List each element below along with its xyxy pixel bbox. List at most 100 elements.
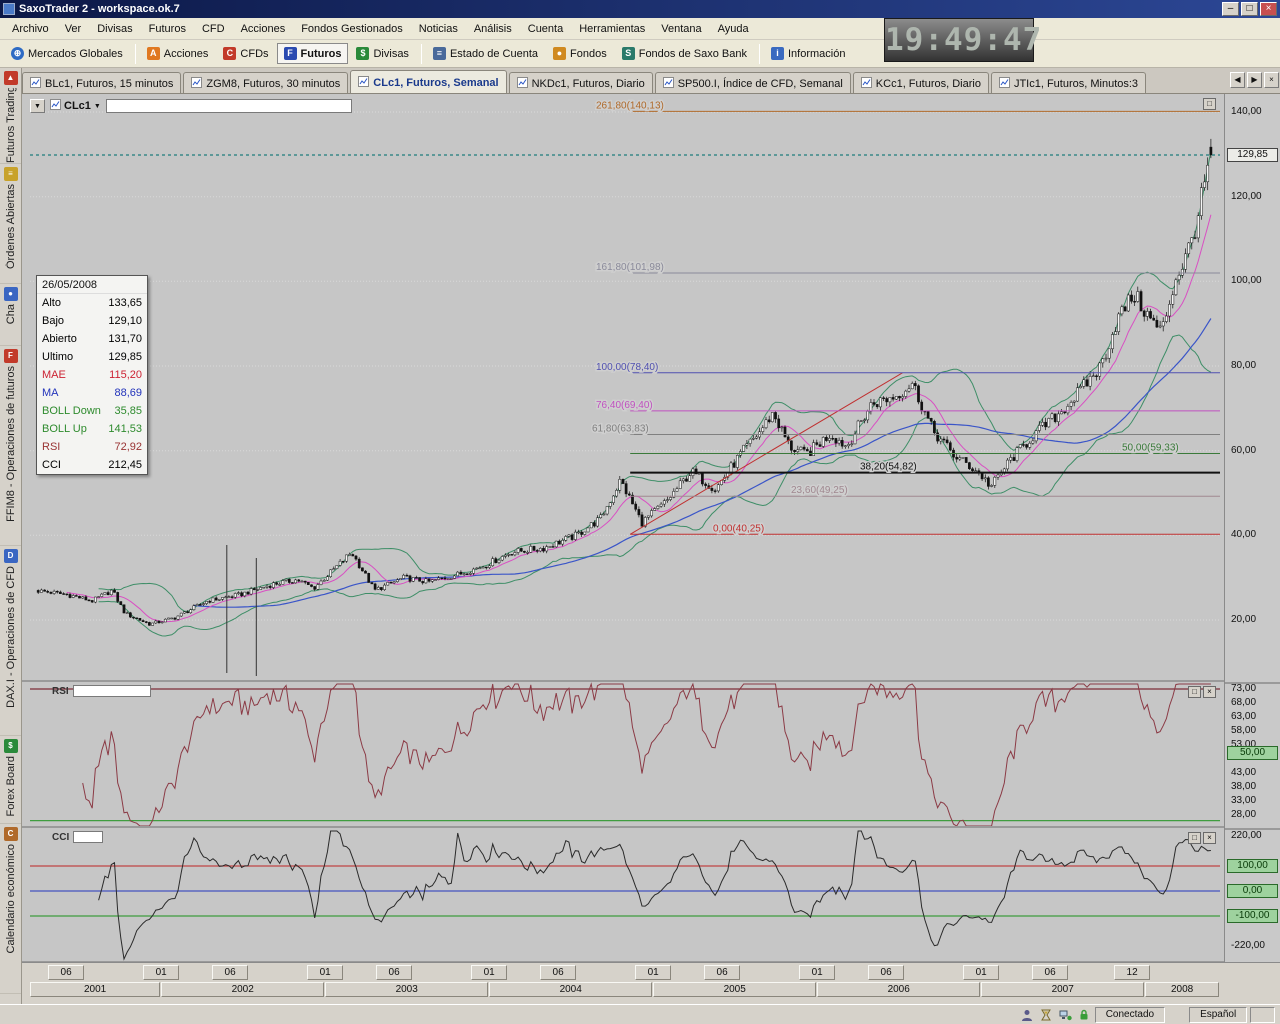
menu-item-herramientas[interactable]: Herramientas <box>571 20 653 38</box>
chart-menu-dropdown-icon[interactable]: ▼ <box>30 99 45 113</box>
rsi-panel-controls: □ × <box>1188 686 1216 698</box>
tab-scroll-right-icon[interactable]: ▶ <box>1247 72 1262 88</box>
toolbar-button-fondos-de-saxo-bank[interactable]: SFondos de Saxo Bank <box>615 43 754 64</box>
menu-item-ayuda[interactable]: Ayuda <box>710 20 757 38</box>
maximize-panel-icon[interactable]: □ <box>1203 98 1216 110</box>
price-chart: 261,80(140,13)161,80(101,98)100,00(78,40… <box>22 94 1224 680</box>
menu-item-cuenta[interactable]: Cuenta <box>520 20 571 38</box>
menu-item-ver[interactable]: Ver <box>57 20 90 38</box>
symbol-selector[interactable]: CLc1 ▼ <box>48 99 103 113</box>
chart-tab-icon <box>861 77 872 91</box>
chart-module-icon: ● <box>4 287 18 301</box>
menu-item-divisas[interactable]: Divisas <box>89 20 140 38</box>
price-axis-label: 120,00 <box>1231 191 1262 202</box>
sidebar-item-futuros-trading[interactable]: ▲Futuros Trading <box>0 68 21 164</box>
tooltip-label: BOLL Down <box>42 402 101 420</box>
network-icon <box>1057 1007 1073 1023</box>
tab-jtic1-futuros-minutos-3[interactable]: JTIc1, Futuros, Minutos:3 <box>991 72 1146 94</box>
tab-sp500-i-indice-de-cfd-semanal[interactable]: SP500.I, Índice de CFD, Semanal <box>655 72 851 94</box>
price-axis-label: 140,00 <box>1231 106 1262 117</box>
toolbar-button-label: Mercados Globales <box>28 48 123 60</box>
sidebar-item-ordenes-abiertas[interactable]: ≡Órdenes Abiertas <box>0 164 21 284</box>
tooltip-label: RSI <box>42 438 60 456</box>
close-button[interactable]: × <box>1260 2 1277 16</box>
time-axis[interactable]: 0601060106010601060106010612200120022003… <box>22 962 1280 1004</box>
tooltip-value: 72,92 <box>114 438 142 456</box>
toolbar-button-divisas[interactable]: $Divisas <box>349 43 415 64</box>
tab-label: JTIc1, Futuros, Minutos:3 <box>1014 78 1138 90</box>
sidebar-item-forex-board[interactable]: $Forex Board <box>0 736 21 824</box>
restore-button[interactable]: □ <box>1241 2 1258 16</box>
rsi-panel[interactable]: RSI □ × <box>22 682 1224 828</box>
futures-icon: F <box>284 47 297 60</box>
toolbar-button-informacion[interactable]: iInformación <box>764 43 852 64</box>
chart-tab-icon <box>358 76 369 90</box>
sidebar: ▲Futuros Trading≡Órdenes Abiertas●ChaFFF… <box>0 68 22 1004</box>
sidebar-item-dax-i-operaciones-de-cfd[interactable]: DDAX.I - Operaciones de CFD <box>0 546 21 736</box>
toolbar-button-acciones[interactable]: AAcciones <box>140 43 216 64</box>
menu-item-ventana[interactable]: Ventana <box>653 20 709 38</box>
rsi-input[interactable] <box>73 685 151 697</box>
toolbar-button-fondos[interactable]: ●Fondos <box>546 43 614 64</box>
minimize-button[interactable]: – <box>1222 2 1239 16</box>
sidebar-item-label: Calendario económico <box>5 844 17 953</box>
tab-scroll-left-icon[interactable]: ◀ <box>1230 72 1245 88</box>
sidebar-item-calendario-economico[interactable]: CCalendario económico <box>0 824 21 994</box>
rsi-axis-label: 43,00 <box>1231 767 1256 778</box>
tooltip-label: Ultimo <box>42 348 73 366</box>
price-axis[interactable]: 140,00120,00100,0080,0060,0040,0020,0012… <box>1224 94 1280 962</box>
cci-input[interactable] <box>73 831 103 843</box>
tooltip-label: Bajo <box>42 312 64 330</box>
symbol-input[interactable] <box>106 99 352 113</box>
tooltip-value: 131,70 <box>108 330 142 348</box>
time-year: 2003 <box>325 982 488 997</box>
cci-panel[interactable]: CCI □ × <box>22 828 1224 962</box>
account-status-icon: ≡ <box>433 47 446 60</box>
main-chart-panel[interactable]: 261,80(140,13)161,80(101,98)100,00(78,40… <box>22 94 1224 682</box>
stocks-icon: A <box>147 47 160 60</box>
menu-item-noticias[interactable]: Noticias <box>411 20 466 38</box>
tab-blc1-futuros-15-minutos[interactable]: BLc1, Futuros, 15 minutos <box>22 72 181 94</box>
tab-label: NKDc1, Futuros, Diario <box>532 78 645 90</box>
menu-item-archivo[interactable]: Archivo <box>4 20 57 38</box>
close-rsi-icon[interactable]: × <box>1203 686 1216 698</box>
time-tick: 06 <box>48 965 84 980</box>
tab-kcc1-futuros-diario[interactable]: KCc1, Futuros, Diario <box>853 72 989 94</box>
time-tick: 01 <box>471 965 507 980</box>
tooltip-label: CCI <box>42 456 61 474</box>
menu-item-acciones[interactable]: Acciones <box>233 20 294 38</box>
close-cci-icon[interactable]: × <box>1203 832 1216 844</box>
tab-zgm8-futuros-30-minutos[interactable]: ZGM8, Futuros, 30 minutos <box>183 72 348 94</box>
tooltip-label: MAE <box>42 366 66 384</box>
symbol-label: CLc1 <box>64 100 91 112</box>
toolbar-button-mercados-globales[interactable]: ⊕Mercados Globales <box>4 43 130 64</box>
tab-clc1-futuros-semanal[interactable]: CLc1, Futuros, Semanal <box>350 70 506 94</box>
sidebar-item-cha[interactable]: ●Cha <box>0 284 21 346</box>
toolbar: ⊕Mercados Globales AAccionesCCFDs F Futuros… <box>0 40 1280 68</box>
menu-item-futuros[interactable]: Futuros <box>141 20 194 38</box>
chart-mini-icon <box>50 99 61 113</box>
sidebar-item-ffim8-operaciones-de-futuros[interactable]: FFFIM8 - Operaciones de futuros <box>0 346 21 546</box>
tab-label: SP500.I, Índice de CFD, Semanal <box>678 78 843 90</box>
toolbar-button-futuros[interactable]: F Futuros <box>277 43 349 64</box>
menu-item-fondos-gestionados[interactable]: Fondos Gestionados <box>293 20 411 38</box>
maximize-rsi-icon[interactable]: □ <box>1188 686 1201 698</box>
tooltip-row: Bajo129,10 <box>37 312 147 330</box>
svg-text:61,80(63,83): 61,80(63,83) <box>592 424 649 435</box>
cci-chart <box>22 828 1224 961</box>
menu-item-analisis[interactable]: Análisis <box>466 20 520 38</box>
menu-bar: ArchivoVerDivisasFuturosCFDAccionesFondo… <box>0 18 1280 40</box>
price-axis-label: 40,00 <box>1231 529 1256 540</box>
rsi-axis-label: 58,00 <box>1231 725 1256 736</box>
time-year: 2008 <box>1145 982 1219 997</box>
tooltip-date: 26/05/2008 <box>37 276 147 294</box>
toolbar-button-estado-de-cuenta[interactable]: ≡Estado de Cuenta <box>426 43 545 64</box>
tab-nkdc1-futuros-diario[interactable]: NKDc1, Futuros, Diario <box>509 72 653 94</box>
menu-item-cfd[interactable]: CFD <box>194 20 233 38</box>
language-indicator[interactable]: Español <box>1189 1007 1247 1023</box>
svg-text:23,60(49,25): 23,60(49,25) <box>791 485 848 496</box>
toolbar-button-cfds[interactable]: CCFDs <box>216 43 275 64</box>
maximize-cci-icon[interactable]: □ <box>1188 832 1201 844</box>
tab-close-icon[interactable]: × <box>1264 72 1279 88</box>
toolbar-button-label: Futuros <box>301 48 342 60</box>
